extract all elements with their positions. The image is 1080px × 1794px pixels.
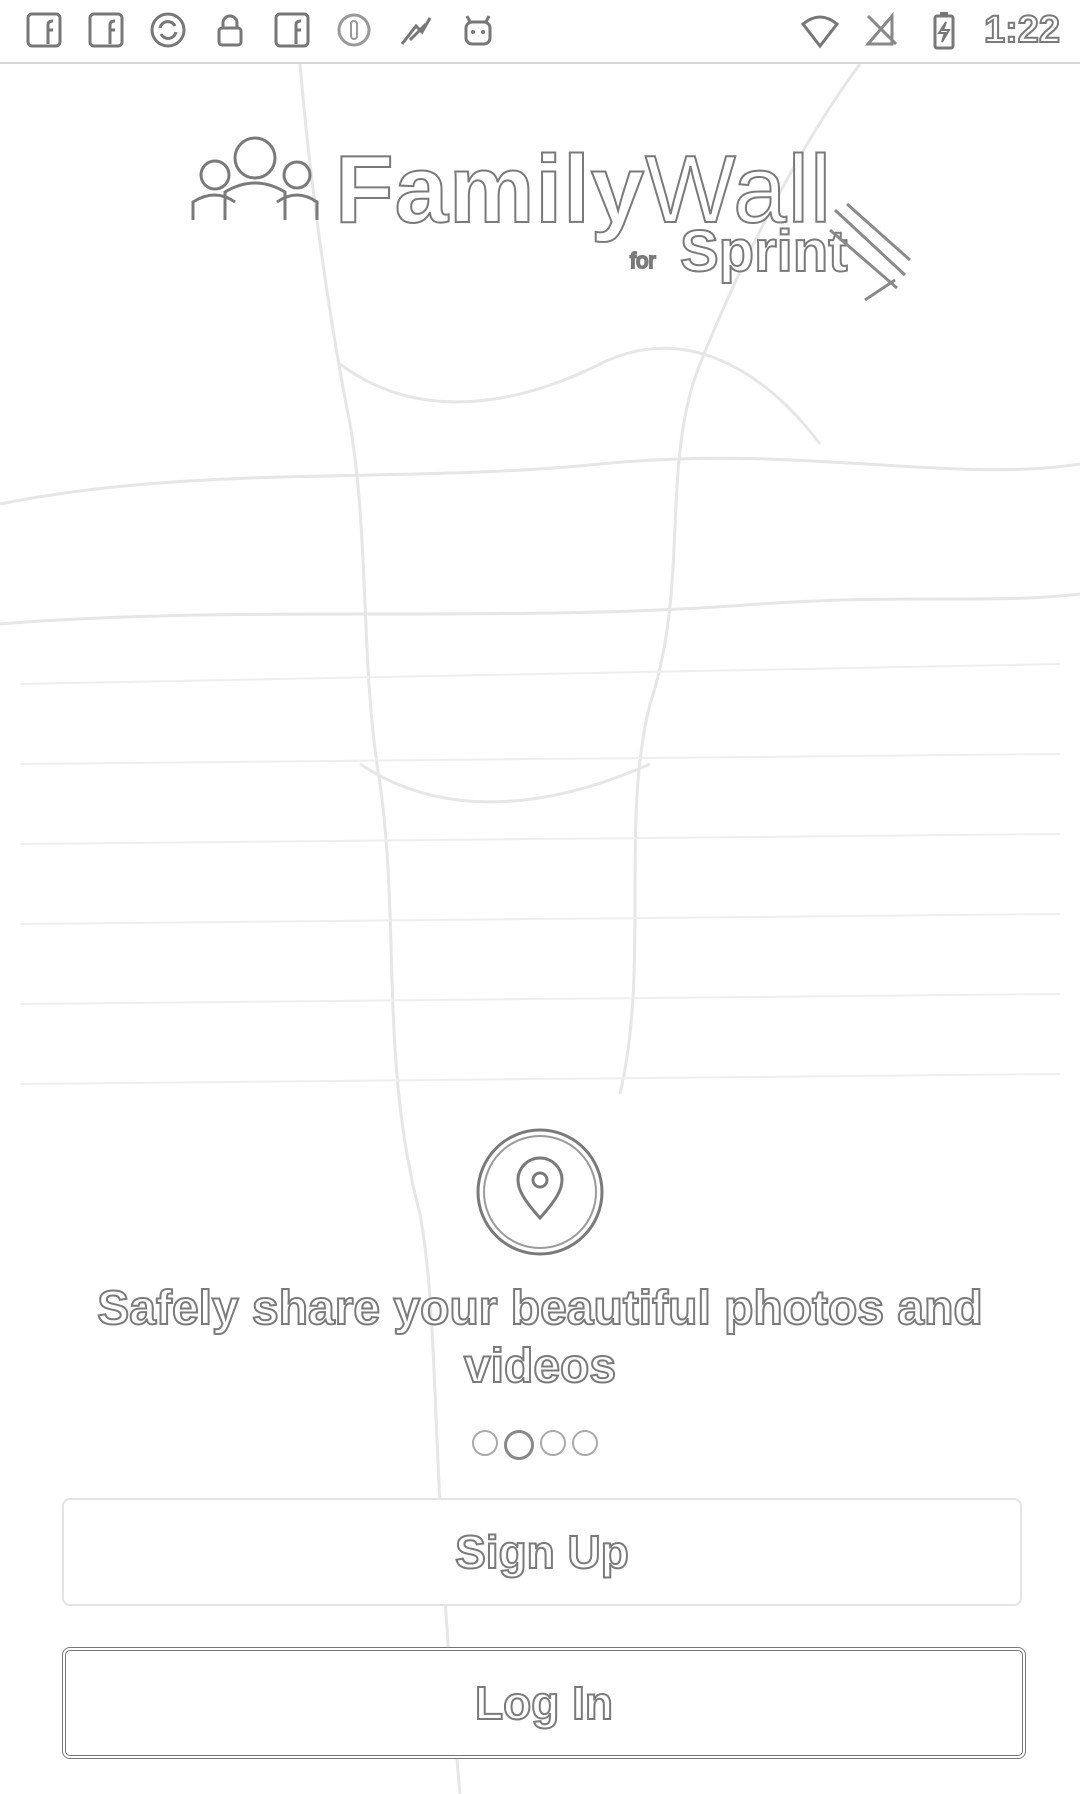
circle-i-icon [332,8,376,52]
facebook-icon [22,8,66,52]
notification-icons [22,8,500,52]
facebook-icon [270,8,314,52]
page-dot-1[interactable] [472,1430,498,1456]
lock-icon [208,8,252,52]
page-dot-4[interactable] [572,1430,598,1456]
location-pin-icon [476,1128,604,1256]
fake-gps-icon [394,8,438,52]
battery-charging-icon [922,8,966,52]
sprint-swoosh-icon [829,202,911,302]
onboarding-caption: Safely share your beautiful photos and v… [96,1281,984,1394]
system-icons: 1:22 [798,8,1061,52]
page-dot-3[interactable] [540,1430,566,1456]
status-bar: 1:22 [0,0,1080,64]
page-indicator[interactable] [472,1430,598,1460]
no-sim-icon [860,8,904,52]
log-in-button[interactable]: Log In [62,1647,1026,1759]
sign-up-button[interactable]: Sign Up [62,1498,1022,1606]
logo-for-text: for [629,247,657,274]
facebook-icon [84,8,128,52]
familywall-logo: FamilyWall for Sprint [185,130,911,302]
family-logo-icon [191,136,319,220]
clock: 1:22 [983,8,1061,52]
android-icon [456,8,500,52]
logo-sprint-text: Sprint [679,218,849,285]
page-dot-2-active[interactable] [504,1430,534,1460]
sign-up-label: Sign Up [454,1525,630,1579]
log-in-label: Log In [474,1676,614,1730]
sync-icon [146,8,190,52]
logo-family-text: Family [334,135,646,244]
wifi-icon [798,8,842,52]
